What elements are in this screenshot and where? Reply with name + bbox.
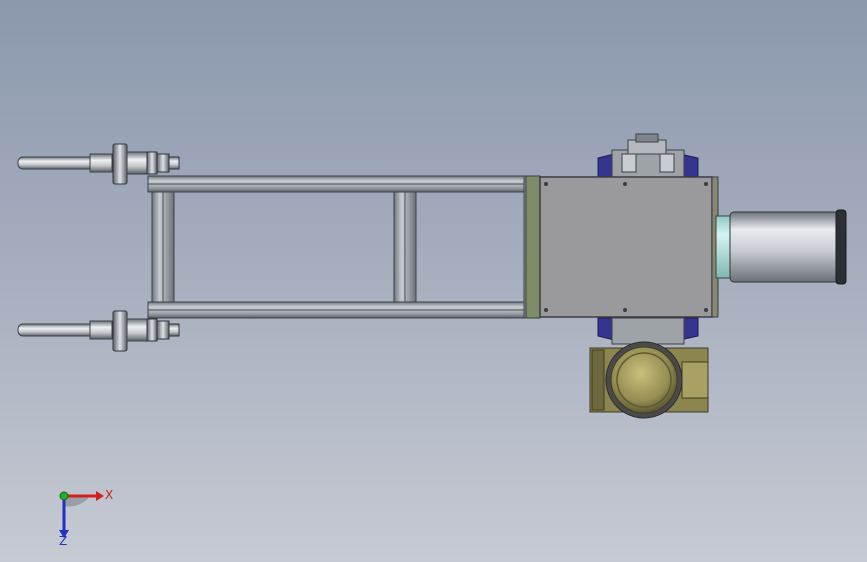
x-axis-label: X xyxy=(105,488,113,502)
top-mount-bracket[interactable] xyxy=(597,133,699,179)
frame-structure[interactable] xyxy=(147,175,531,319)
z-axis-label: Z xyxy=(59,534,67,548)
y-axis-dot xyxy=(59,491,69,501)
coordinate-triad: X Z xyxy=(59,488,113,548)
assembly-model[interactable]: X Z xyxy=(0,0,867,562)
drive-cylinder[interactable] xyxy=(715,209,847,285)
main-housing[interactable] xyxy=(525,175,719,319)
bottom-mount-bracket[interactable] xyxy=(597,317,699,345)
cad-graphics-viewport[interactable]: X Z xyxy=(0,0,867,562)
gear-motor[interactable] xyxy=(589,341,709,419)
